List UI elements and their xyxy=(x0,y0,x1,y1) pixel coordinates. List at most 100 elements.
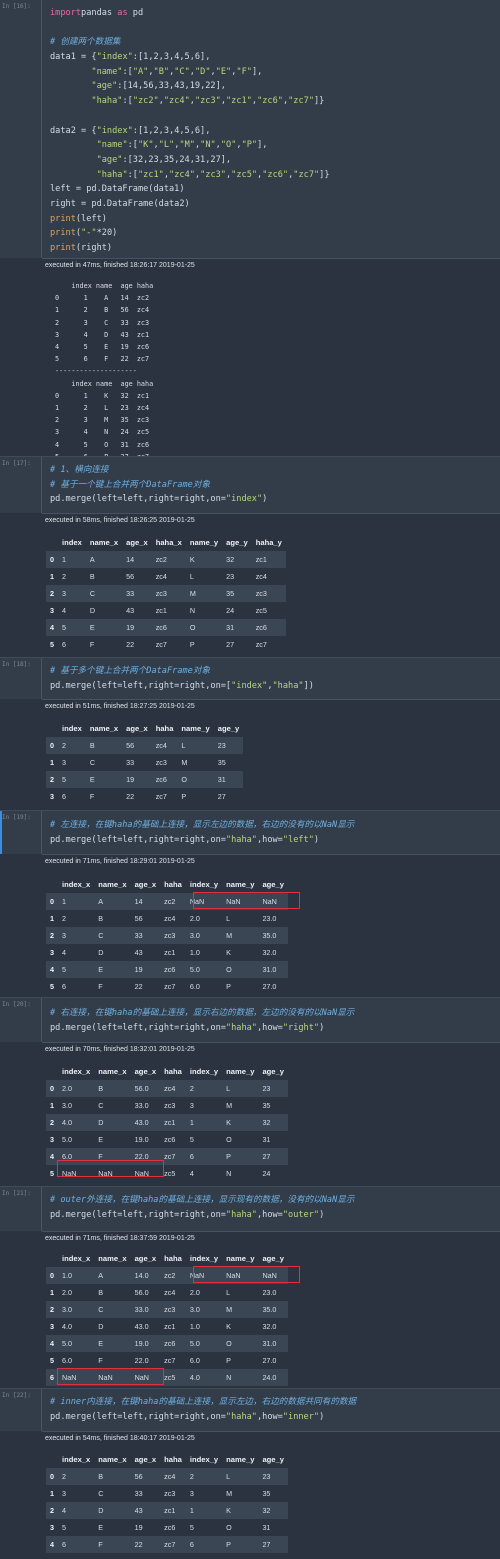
table-row: 1 2 B 56 zc4 L 23 zc4 xyxy=(46,568,286,585)
table-cell: 3.0 xyxy=(62,1101,72,1110)
code-token: :[ xyxy=(127,140,138,151)
code-token: "index" xyxy=(96,52,133,63)
highlight-box-nan-left xyxy=(57,1160,164,1177)
table-cell: 31.0 xyxy=(258,1335,288,1352)
code-line[interactable]: right = pd.DataFrame(data2) xyxy=(50,197,330,212)
code-editor[interactable]: # outer外连接，在键haha的基础上连接，显示现有的数据，没有的以NaN显… xyxy=(50,1193,354,1222)
table-cell: F xyxy=(89,640,95,649)
text-output: index name age haha 0 1 A 14 zc2 1 2 B 5… xyxy=(55,282,154,461)
table-cell: B xyxy=(85,737,123,754)
table-cell: 5 xyxy=(62,1523,66,1532)
table-cell: 2 xyxy=(185,1080,223,1097)
code-line[interactable]: pd.merge(left=left,right=right,on=["inde… xyxy=(50,679,314,694)
code-token: pd.merge(left=left,right=right,on=[ xyxy=(50,680,232,691)
table-row: 2 3 C 33 zc3 M 35 zc3 xyxy=(46,585,286,602)
code-line[interactable]: # outer外连接，在键haha的基础上连接，显示现有的数据，没有的以NaN显… xyxy=(50,1193,354,1208)
code-token: "index" xyxy=(225,494,263,505)
column-header: age_x xyxy=(126,537,148,547)
code-line[interactable]: print(left) xyxy=(50,212,330,227)
table-cell: 1.0 xyxy=(58,1267,95,1284)
code-line[interactable]: # 基于多个键上合并两个DataFrame对象 xyxy=(50,664,314,679)
table-cell: L xyxy=(226,914,231,923)
code-line[interactable]: "haha":["zc1","zc4","zc3","zc5","zc6","z… xyxy=(50,168,330,183)
notebook-cell-4[interactable]: In [19]: # 左连接，在键haha的基础上连接，显示左边的数据，右边的没… xyxy=(0,811,500,997)
execution-status: executed in 71ms, finished 18:29:01 2019… xyxy=(42,854,500,867)
code-line[interactable]: left = pd.DataFrame(data1) xyxy=(50,182,330,197)
notebook-cell-7[interactable]: In [22]: # inner内连接，在键haha的基础上连接，显示左边，右边… xyxy=(0,1389,500,1559)
table-cell: 23.0 xyxy=(262,914,277,923)
table-cell: A xyxy=(85,551,123,568)
table-cell: D xyxy=(98,948,104,957)
code-line[interactable]: # 创建两个数据集 xyxy=(50,35,330,50)
table-cell: 56 xyxy=(134,914,143,923)
code-line[interactable]: "name":["K","L","M","N","O","P"], xyxy=(50,138,330,153)
code-line[interactable]: pd.merge(left=left,right=right,on="haha"… xyxy=(50,833,354,848)
table-cell: 14 xyxy=(122,551,152,568)
table-cell: 6 xyxy=(185,1148,223,1165)
code-line[interactable]: pd.merge(left=left,right=right,on="haha"… xyxy=(50,1021,354,1036)
notebook-cell-2[interactable]: In [17]: # 1、横向连接 # 基于一个键上合并两个DataFrame对象… xyxy=(0,457,500,657)
code-line[interactable] xyxy=(50,21,330,36)
code-line[interactable]: # inner内连接，在键haha的基础上连接，显示左边，右边的数据共同有的数据 xyxy=(50,1395,356,1410)
table-cell: 5 xyxy=(189,1135,194,1144)
code-editor[interactable]: # 右连接，在键haha的基础上连接，显示右边的数据，左边的没有的以NaN显示 p… xyxy=(50,1006,354,1035)
code-line[interactable]: # 基于一个键上合并两个DataFrame对象 xyxy=(50,478,267,493)
code-line[interactable]: importpandas as pd xyxy=(50,6,330,21)
notebook-cell-6[interactable]: In [21]: # outer外连接，在键haha的基础上连接，显示现有的数据… xyxy=(0,1187,500,1388)
code-token: "zc7" xyxy=(293,169,320,180)
code-line[interactable]: "age":[14,56,33,43,19,22], xyxy=(50,79,330,94)
notebook-cell-5[interactable]: In [20]: # 右连接，在键haha的基础上连接，显示右边的数据，左边的没… xyxy=(0,998,500,1186)
code-line[interactable]: print(right) xyxy=(50,241,330,256)
code-token: "zc5" xyxy=(231,169,258,180)
table-cell: 23 xyxy=(213,737,244,754)
table-cell: 3 xyxy=(62,1489,66,1498)
code-line[interactable]: # 右连接，在键haha的基础上连接，显示右边的数据，左边的没有的以NaN显示 xyxy=(50,1006,354,1021)
table-cell: zc4 xyxy=(164,1288,176,1297)
code-token: "zc2" xyxy=(132,96,159,107)
code-editor[interactable]: importpandas as pd # 创建两个数据集 data1 = {"ind… xyxy=(50,6,330,256)
notebook-cell-1[interactable]: In [16]: importpandas as pd # 创建两个数据集 data… xyxy=(0,0,500,461)
table-cell: 56 xyxy=(130,1468,161,1485)
code-token: :[1,2,3,4,5,6], xyxy=(132,125,211,136)
code-token: pd.merge(left=left,right=right,on= xyxy=(50,1209,226,1220)
code-token: print xyxy=(50,213,76,224)
column-header: name_x xyxy=(89,537,119,547)
notebook-cell-3[interactable]: In [18]: # 基于多个键上合并两个DataFrame对象 pd.merge… xyxy=(0,658,500,810)
table-cell: 27.0 xyxy=(262,982,277,991)
code-line[interactable]: pd.merge(left=left,right=right,on="index… xyxy=(50,492,267,507)
table-cell: 31 xyxy=(222,619,252,636)
table-row: 3 5.0 E 19.0 zc6 5 O 31 xyxy=(46,1131,288,1148)
table-cell: 2.0 xyxy=(189,1288,200,1297)
table-row: 3 4.0 D 43.0 zc1 1.0 K 32.0 xyxy=(46,1318,288,1335)
code-line[interactable]: "name":["A","B","C","D","E","F"], xyxy=(50,65,330,80)
code-token: left = pd.DataFrame(data1) xyxy=(50,184,185,195)
code-editor[interactable]: # 1、横向连接 # 基于一个键上合并两个DataFrame对象 pd.merge(… xyxy=(50,463,267,507)
code-line[interactable] xyxy=(50,109,330,124)
code-token: # 基于多个键上合并两个DataFrame对象 xyxy=(50,666,211,676)
table-cell: C xyxy=(98,1101,104,1110)
table-cell: L xyxy=(226,1288,231,1297)
table-cell: A xyxy=(94,1267,131,1284)
table-cell: 4 xyxy=(58,1502,95,1519)
code-line[interactable]: "haha":["zc2","zc4","zc3","zc1","zc6","z… xyxy=(50,94,330,109)
code-editor[interactable]: # 基于多个键上合并两个DataFrame对象 pd.merge(left=lef… xyxy=(50,664,314,693)
column-header: name_y xyxy=(226,1253,255,1263)
column-header: name_x xyxy=(89,723,119,733)
table-cell: K xyxy=(226,948,231,957)
code-line[interactable]: data1 = {"index":[1,2,3,4,5,6], xyxy=(50,50,330,65)
code-line[interactable]: pd.merge(left=left,right=right,on="haha"… xyxy=(50,1208,354,1223)
code-line[interactable]: print("-"*20) xyxy=(50,226,330,241)
code-line[interactable]: pd.merge(left=left,right=right,on="haha"… xyxy=(50,1410,356,1425)
table-cell: zc7 xyxy=(155,792,167,801)
row-index: 4 xyxy=(46,961,58,978)
code-line[interactable]: "age":[32,23,35,24,31,27], xyxy=(50,153,330,168)
code-editor[interactable]: # 左连接，在键haha的基础上连接，显示左边的数据，右边的没有的以NaN显示 p… xyxy=(50,818,354,847)
code-line[interactable]: # 1、横向连接 xyxy=(50,463,267,478)
code-token: "index" xyxy=(96,125,133,136)
code-line[interactable]: data2 = {"index":[1,2,3,4,5,6], xyxy=(50,124,330,139)
code-token: pandas xyxy=(81,8,113,18)
code-token: pd xyxy=(127,8,144,18)
column-header: name_y xyxy=(189,537,219,547)
code-editor[interactable]: # inner内连接，在键haha的基础上连接，显示左边，右边的数据共同有的数据… xyxy=(50,1395,356,1424)
code-line[interactable]: # 左连接，在键haha的基础上连接，显示左边的数据，右边的没有的以NaN显示 xyxy=(50,818,354,833)
